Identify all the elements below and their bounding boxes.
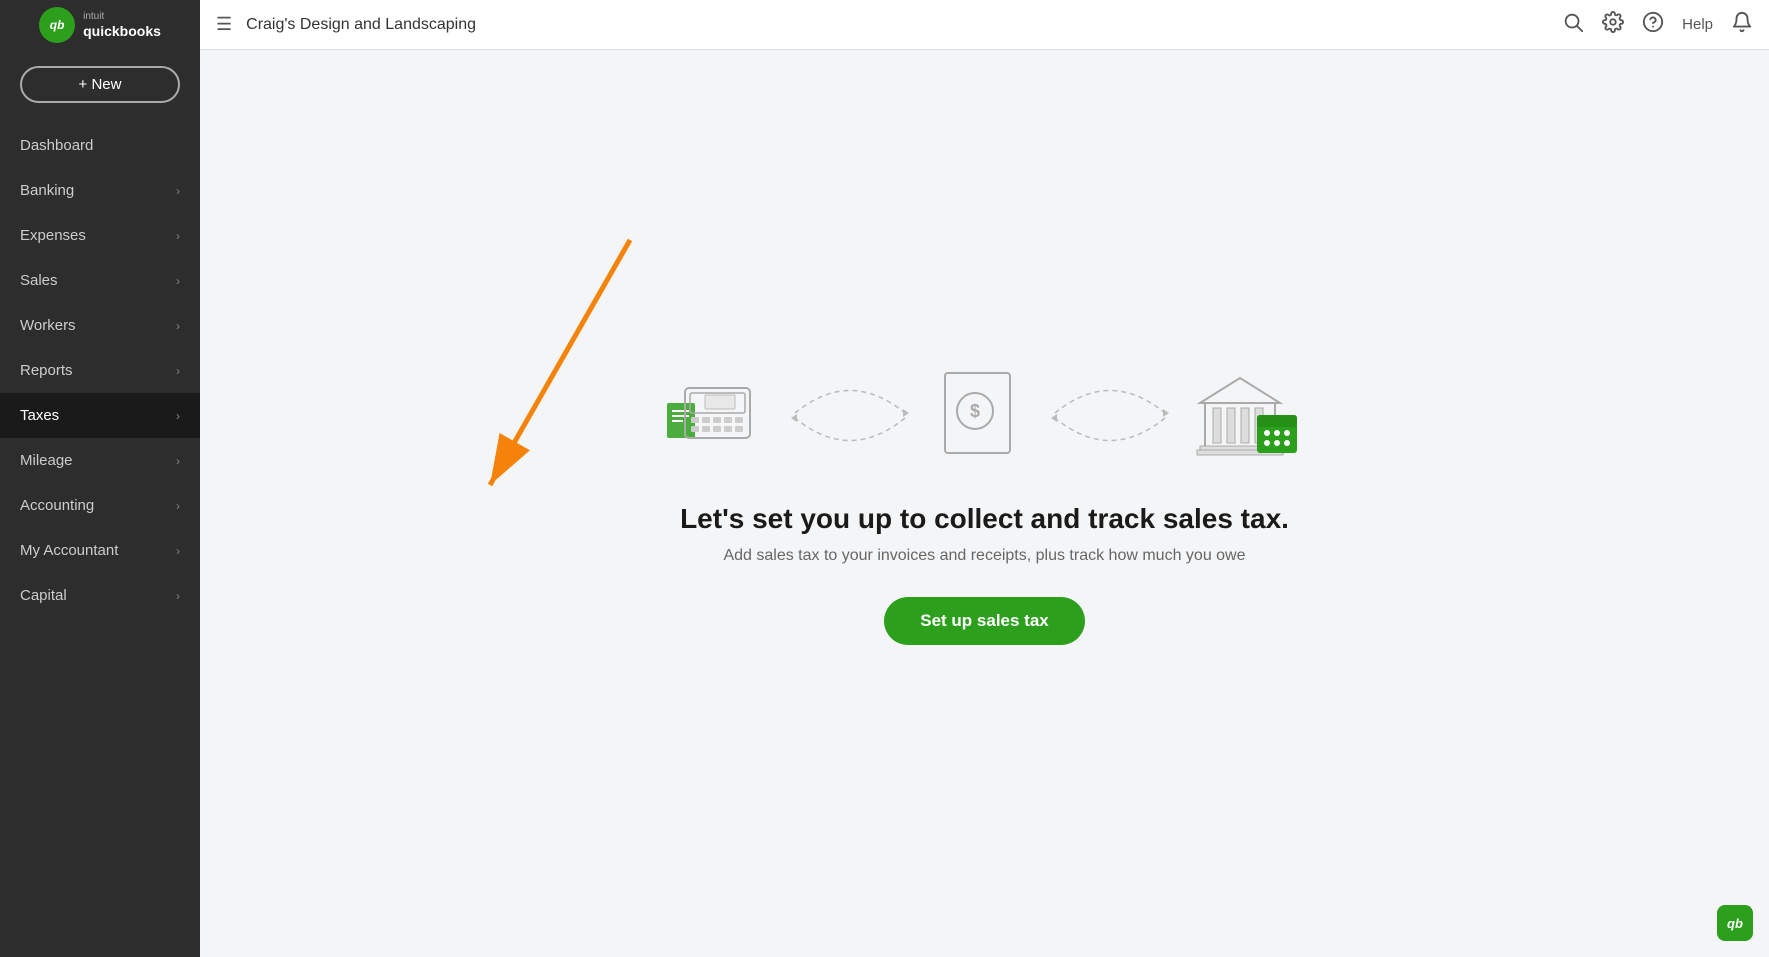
qb-logo-icon	[39, 7, 75, 43]
main-heading: Let's set you up to collect and track sa…	[665, 503, 1305, 535]
cash-register-svg	[665, 363, 765, 463]
svg-text:$: $	[969, 401, 979, 421]
chevron-right-icon: ›	[176, 409, 180, 423]
chevron-right-icon: ›	[176, 364, 180, 378]
settings-icon[interactable]	[1602, 11, 1624, 39]
sidebar-item-my-accountant[interactable]: My Accountant ›	[0, 528, 200, 573]
header-actions: Help	[1562, 11, 1753, 39]
orange-annotation-arrow	[460, 230, 660, 515]
sales-tax-container: $	[665, 363, 1305, 645]
qb-logo-text: intuit quickbooks	[83, 11, 161, 40]
new-button-wrapper: + New	[0, 66, 200, 123]
qb-logo: intuit quickbooks	[39, 7, 161, 43]
search-icon[interactable]	[1562, 11, 1584, 39]
content-area: $	[200, 50, 1769, 957]
help-label[interactable]: Help	[1682, 16, 1713, 33]
sidebar-item-accounting[interactable]: Accounting ›	[0, 483, 200, 528]
full-header: intuit quickbooks ☰ Craig's Design and L…	[0, 0, 1769, 50]
sidebar-item-dashboard[interactable]: Dashboard	[0, 123, 200, 168]
main-subtext: Add sales tax to your invoices and recei…	[665, 547, 1305, 565]
chevron-right-icon: ›	[176, 229, 180, 243]
hamburger-icon[interactable]: ☰	[216, 14, 232, 35]
chevron-right-icon: ›	[176, 184, 180, 198]
chevron-right-icon: ›	[176, 454, 180, 468]
main-layout: + New Dashboard Banking › Expenses › Sal…	[0, 50, 1769, 957]
chevron-right-icon: ›	[176, 589, 180, 603]
setup-sales-tax-button[interactable]: Set up sales tax	[884, 597, 1085, 645]
chevron-right-icon: ›	[176, 319, 180, 333]
sidebar-item-workers[interactable]: Workers ›	[0, 303, 200, 348]
top-header: ☰ Craig's Design and Landscaping	[200, 0, 1769, 49]
sidebar-item-mileage[interactable]: Mileage ›	[0, 438, 200, 483]
flow-arrows-svg	[785, 363, 915, 463]
chevron-right-icon: ›	[176, 544, 180, 558]
sidebar-item-banking[interactable]: Banking ›	[0, 168, 200, 213]
sidebar-item-expenses[interactable]: Expenses ›	[0, 213, 200, 258]
sales-tax-illustration: $	[665, 363, 1305, 463]
new-button[interactable]: + New	[20, 66, 180, 103]
qb-logo-area: intuit quickbooks	[0, 0, 200, 50]
help-icon[interactable]	[1642, 11, 1664, 39]
sidebar-item-capital[interactable]: Capital ›	[0, 573, 200, 618]
chevron-right-icon: ›	[176, 499, 180, 513]
chevron-right-icon: ›	[176, 274, 180, 288]
sidebar-item-sales[interactable]: Sales ›	[0, 258, 200, 303]
sidebar: + New Dashboard Banking › Expenses › Sal…	[0, 50, 200, 957]
flow-arrows-right-svg	[1045, 363, 1175, 463]
notifications-icon[interactable]	[1731, 11, 1753, 39]
bank-svg	[1195, 363, 1305, 463]
sidebar-item-reports[interactable]: Reports ›	[0, 348, 200, 393]
bottom-right-qb-logo: qb	[1717, 905, 1753, 941]
invoice-svg: $	[935, 363, 1025, 463]
sidebar-item-taxes[interactable]: Taxes ›	[0, 393, 200, 438]
company-name: Craig's Design and Landscaping	[246, 16, 476, 34]
